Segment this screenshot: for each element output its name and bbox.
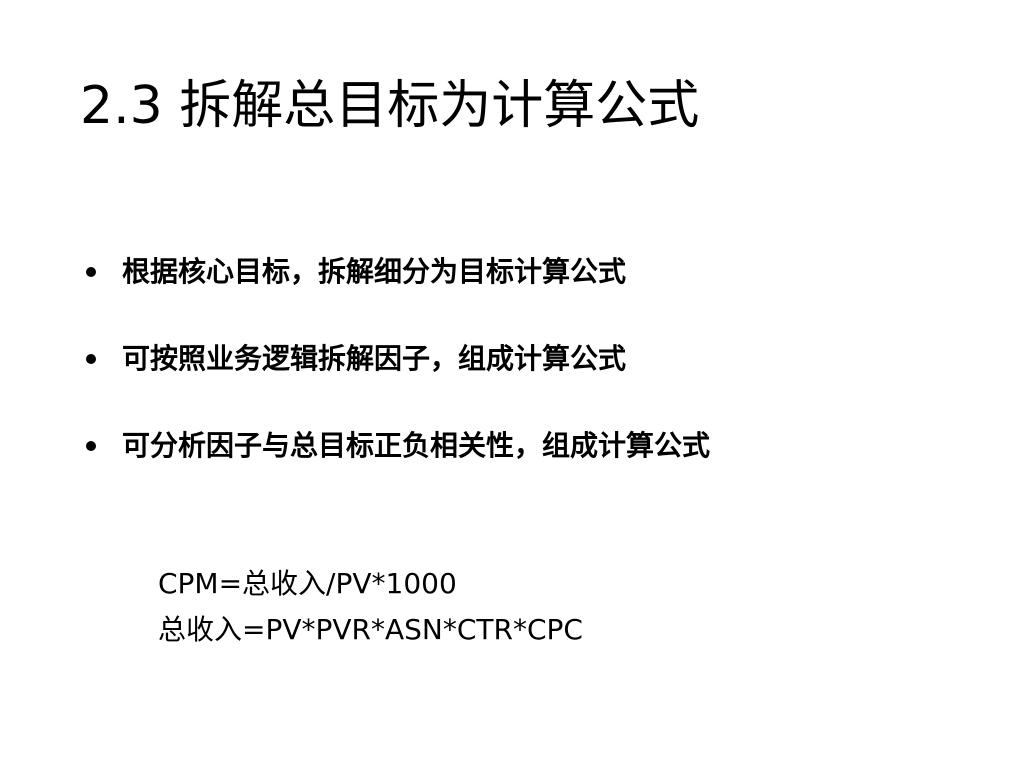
slide-title: 2.3 拆解总目标为计算公式: [80, 76, 700, 136]
bullet-list: 根据核心目标，拆解细分为目标计算公式 可按照业务逻辑拆解因子，组成计算公式 可分…: [86, 252, 710, 513]
bullet-item: 可分析因子与总目标正负相关性，组成计算公式: [86, 426, 710, 466]
bullet-text: 可分析因子与总目标正负相关性，组成计算公式: [122, 429, 711, 462]
formula-total-revenue: 总收入=PV*PVR*ASN*CTR*CPC: [158, 613, 583, 646]
bullet-item: 根据核心目标，拆解细分为目标计算公式: [86, 252, 710, 292]
bullet-dot-icon: [86, 267, 96, 277]
bullet-dot-icon: [86, 354, 96, 364]
formula-block: CPM=总收入/PV*1000 总收入=PV*PVR*ASN*CTR*CPC: [158, 561, 583, 653]
bullet-text: 可按照业务逻辑拆解因子，组成计算公式: [122, 342, 627, 375]
slide: 2.3 拆解总目标为计算公式 根据核心目标，拆解细分为目标计算公式 可按照业务逻…: [0, 0, 1024, 768]
bullet-dot-icon: [86, 441, 96, 451]
formula-cpm: CPM=总收入/PV*1000: [158, 567, 457, 600]
bullet-item: 可按照业务逻辑拆解因子，组成计算公式: [86, 339, 710, 379]
bullet-text: 根据核心目标，拆解细分为目标计算公式: [122, 255, 627, 288]
